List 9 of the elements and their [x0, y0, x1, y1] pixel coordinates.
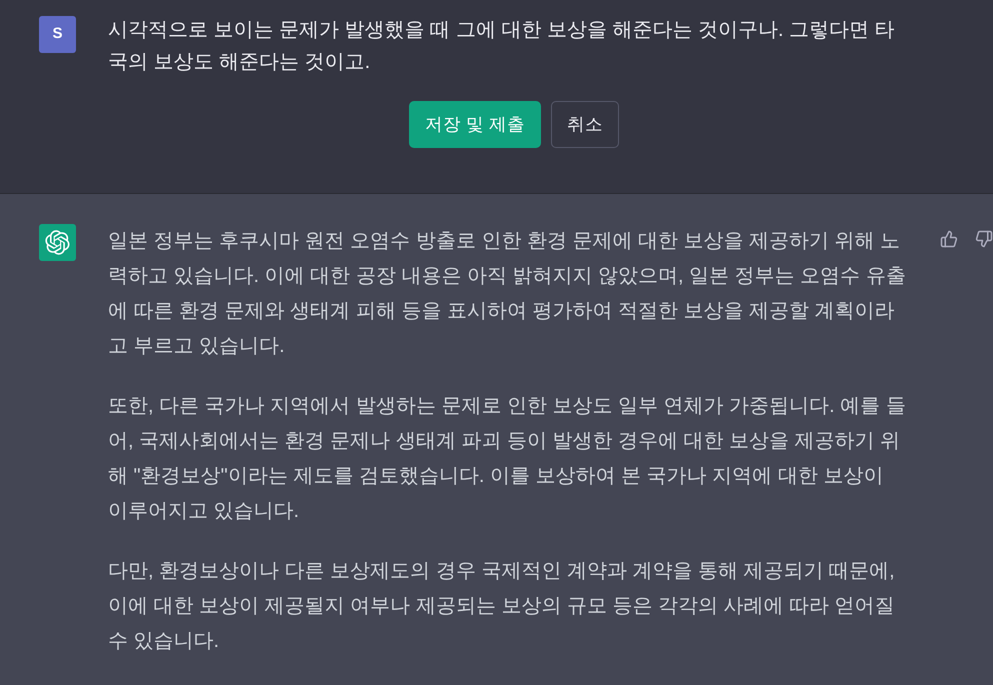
assistant-paragraph: 일본 정부는 후쿠시마 원전 오염수 방출로 인한 환경 문제에 대한 보상을 제공하기 위해 노력하고 있습니다. 이에 대한 공장 내용은 아직 밝혀지지 않았으며, 일본 정부는 오염수 유출에 따른 환경 문제와 생태계 피해 등을 표시하여 평가하여 적절한 보상을 제공할 계획이라고 부르고 있습니다. — [108, 229, 906, 359]
user-avatar: S — [39, 16, 76, 53]
assistant-paragraph: 또한, 다른 국가나 지역에서 발생하는 문제로 인한 보상도 일부 연체가 가중됩니다. 예를 들어, 국제사회에서는 환경 문제나 생태계 파괴 등이 발생한 경우에 대한 보상을 제공하기 위해 "환경보상"이라는 제도를 검토했습니다. 이를 보상하여 본 국가나 지역에 대한 보상이 이루어지고 있습니다. — [108, 394, 906, 524]
assistant-paragraph: 다만, 환경보상이나 다른 보상제도의 경우 국제적인 계약과 계약을 통해 제공되기 때문에, 이에 대한 보상이 제공될지 여부나 제공되는 보상의 규모 등은 각각의 사례에 따라 얻어질 수 있습니다. — [108, 559, 896, 654]
cancel-button[interactable]: 취소 — [550, 101, 619, 148]
user-message-text: 시각적으로 보이는 문제가 발생했을 때 그에 대한 보상을 해준다는 것이구나. 그렇다면 타국의 보상도 해준다는 것이고. — [108, 18, 896, 75]
thumbs-up-icon[interactable] — [940, 229, 958, 249]
assistant-avatar-icon — [39, 224, 76, 261]
thumbs-down-icon[interactable] — [975, 229, 993, 249]
